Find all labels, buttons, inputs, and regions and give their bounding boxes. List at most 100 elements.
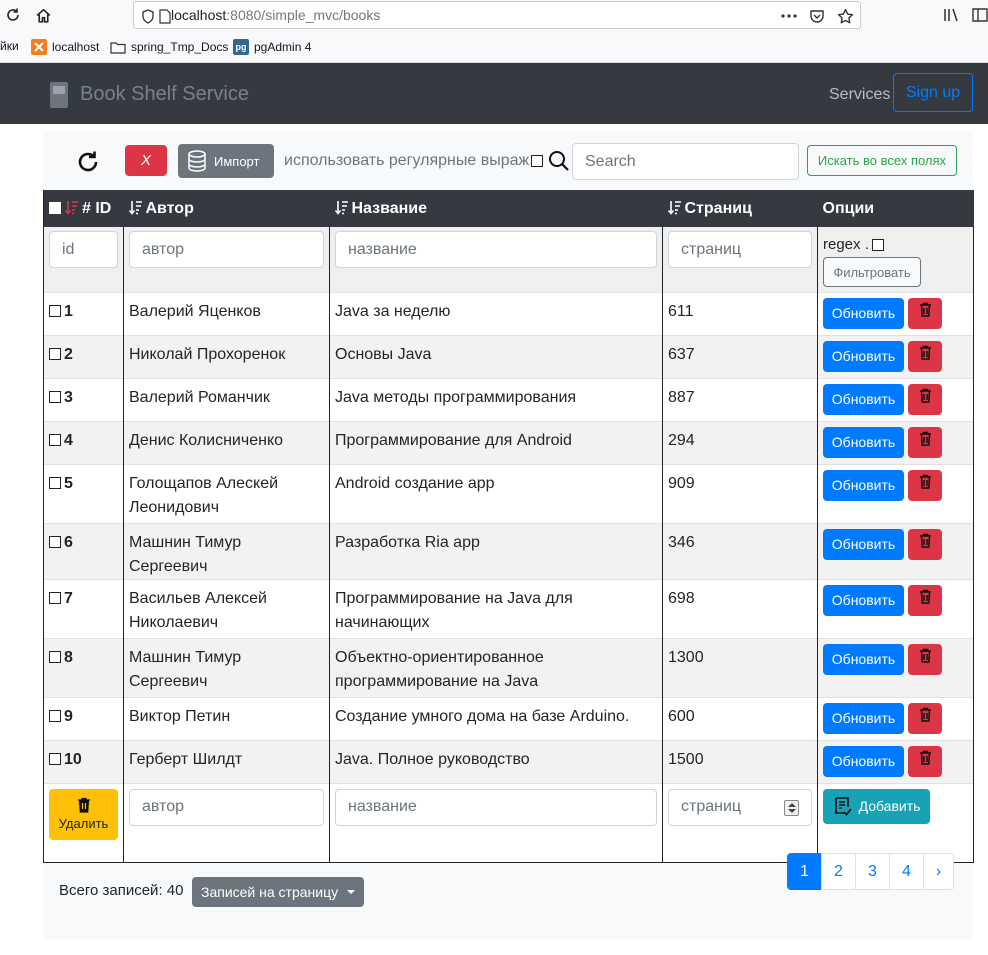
delete-row-button[interactable] <box>908 426 942 458</box>
row-checkbox[interactable] <box>49 709 61 722</box>
bookmark-star-icon[interactable] <box>835 6 855 26</box>
sort-icon[interactable] <box>128 200 143 215</box>
brand-title[interactable]: Book Shelf Service <box>80 83 249 106</box>
row-checkbox[interactable] <box>49 591 61 604</box>
number-stepper[interactable] <box>784 799 799 816</box>
sidebar-icon[interactable] <box>969 4 988 26</box>
update-button[interactable]: Обновить <box>823 528 904 560</box>
row-title: Программирование для Android <box>335 431 572 449</box>
row-author: Машнин Тимур Сергеевич <box>129 648 242 690</box>
page-1-button[interactable]: 1 <box>787 853 822 890</box>
row-checkbox[interactable] <box>49 650 61 663</box>
search-all-fields-button[interactable]: Искать во всех полях <box>807 145 957 176</box>
home-icon[interactable] <box>32 4 54 26</box>
delete-row-button[interactable] <box>908 643 942 675</box>
book-icon <box>50 82 68 108</box>
add-book-button[interactable]: Добавить <box>823 788 930 824</box>
nav-services-link[interactable]: Services <box>829 86 890 104</box>
library-icon[interactable] <box>941 4 963 26</box>
page-2-button[interactable]: 2 <box>821 853 856 890</box>
update-button[interactable]: Обновить <box>823 383 904 415</box>
delete-row-button[interactable] <box>908 340 942 372</box>
bookmark-localhost[interactable]: localhost <box>31 39 99 55</box>
update-button[interactable]: Обновить <box>823 469 904 501</box>
delete-row-button[interactable] <box>908 584 942 616</box>
header-id[interactable]: # ID <box>43 190 124 227</box>
bookmark-spring-tmp-docs[interactable]: spring_Tmp_Docs <box>110 39 228 55</box>
row-checkbox[interactable] <box>49 304 61 317</box>
search-input[interactable] <box>572 143 799 180</box>
header-pages[interactable]: Страниц <box>662 190 818 227</box>
filter-regex-option: regex . <box>823 236 968 253</box>
select-all-checkbox[interactable] <box>49 201 61 214</box>
row-title: Java за неделю <box>335 302 451 320</box>
bookmark-item[interactable]: йки <box>0 39 19 53</box>
new-author-input[interactable] <box>129 788 324 826</box>
sort-icon[interactable] <box>334 200 349 215</box>
row-id: 4 <box>64 431 73 449</box>
search-icon <box>548 150 570 172</box>
row-author: Васильев Алексей Николаевич <box>129 589 267 631</box>
more-actions-icon[interactable] <box>779 6 799 26</box>
row-checkbox[interactable] <box>49 476 61 489</box>
delete-selected-button[interactable]: Удалить <box>49 788 118 840</box>
records-per-page-dropdown[interactable]: Записей на страницу <box>192 877 364 907</box>
row-author: Валерий Яценков <box>129 302 261 320</box>
row-checkbox[interactable] <box>49 347 61 360</box>
delete-row-button[interactable] <box>908 383 942 415</box>
row-author: Виктор Петин <box>129 707 231 725</box>
update-button[interactable]: Обновить <box>823 340 904 372</box>
address-bar[interactable]: localhost:8080/simple_mvc/books <box>133 1 861 29</box>
filter-pages-input[interactable] <box>668 231 812 268</box>
delete-row-button[interactable] <box>908 469 942 501</box>
row-title: Создание умного дома на базе Arduino. <box>335 707 630 725</box>
clear-button[interactable]: X <box>125 145 167 176</box>
update-button[interactable]: Обновить <box>823 297 904 329</box>
row-checkbox[interactable] <box>49 433 61 446</box>
row-checkbox[interactable] <box>49 390 61 403</box>
folder-icon <box>110 39 126 55</box>
next-page-button[interactable]: › <box>923 853 954 890</box>
sort-desc-icon[interactable] <box>65 200 79 215</box>
sort-icon[interactable] <box>667 200 682 215</box>
update-button[interactable]: Обновить <box>823 702 904 734</box>
trash-icon <box>919 344 932 368</box>
update-button[interactable]: Обновить <box>823 643 904 675</box>
row-options: Обновить <box>823 643 968 675</box>
table-row: 6 Машнин Тимур Сергеевич Разработка Ria ap… <box>43 522 974 579</box>
row-pages: 1300 <box>668 648 704 666</box>
filter-row: regex . Фильтровать <box>43 227 974 292</box>
row-options: Обновить <box>823 426 968 458</box>
pgadmin-icon: pg <box>233 39 249 55</box>
pocket-icon[interactable] <box>807 6 827 26</box>
row-checkbox[interactable] <box>49 752 61 765</box>
filter-regex-checkbox[interactable] <box>871 238 884 251</box>
import-button[interactable]: Импорт <box>178 144 274 178</box>
delete-row-button[interactable] <box>908 702 942 734</box>
regex-checkbox[interactable] <box>531 155 543 167</box>
filter-title-input[interactable] <box>335 231 657 268</box>
header-author[interactable]: Автор <box>123 190 330 227</box>
regex-toggle-label: использовать регулярные выраж. <box>284 152 534 169</box>
row-checkbox[interactable] <box>49 535 61 548</box>
refresh-icon[interactable] <box>75 148 101 176</box>
new-title-input[interactable] <box>335 788 657 826</box>
filter-id-input[interactable] <box>49 231 118 268</box>
update-button[interactable]: Обновить <box>823 426 904 458</box>
filter-button[interactable]: Фильтровать <box>823 257 921 287</box>
header-title[interactable]: Название <box>329 190 663 227</box>
delete-row-button[interactable] <box>908 745 942 777</box>
page-3-button[interactable]: 3 <box>855 853 890 890</box>
delete-row-button[interactable] <box>908 297 942 329</box>
bookmark-pgadmin[interactable]: pg pgAdmin 4 <box>233 39 311 55</box>
signup-button[interactable]: Sign up <box>893 73 973 112</box>
filter-author-input[interactable] <box>129 231 324 268</box>
update-button[interactable]: Обновить <box>823 584 904 616</box>
reload-icon[interactable] <box>2 4 24 26</box>
url-text[interactable]: localhost:8080/simple_mvc/books <box>171 7 380 23</box>
delete-row-button[interactable] <box>908 528 942 560</box>
row-options: Обновить <box>823 469 968 501</box>
page-4-button[interactable]: 4 <box>889 853 924 890</box>
update-button[interactable]: Обновить <box>823 745 904 777</box>
row-author: Николай Прохоренок <box>129 345 286 363</box>
